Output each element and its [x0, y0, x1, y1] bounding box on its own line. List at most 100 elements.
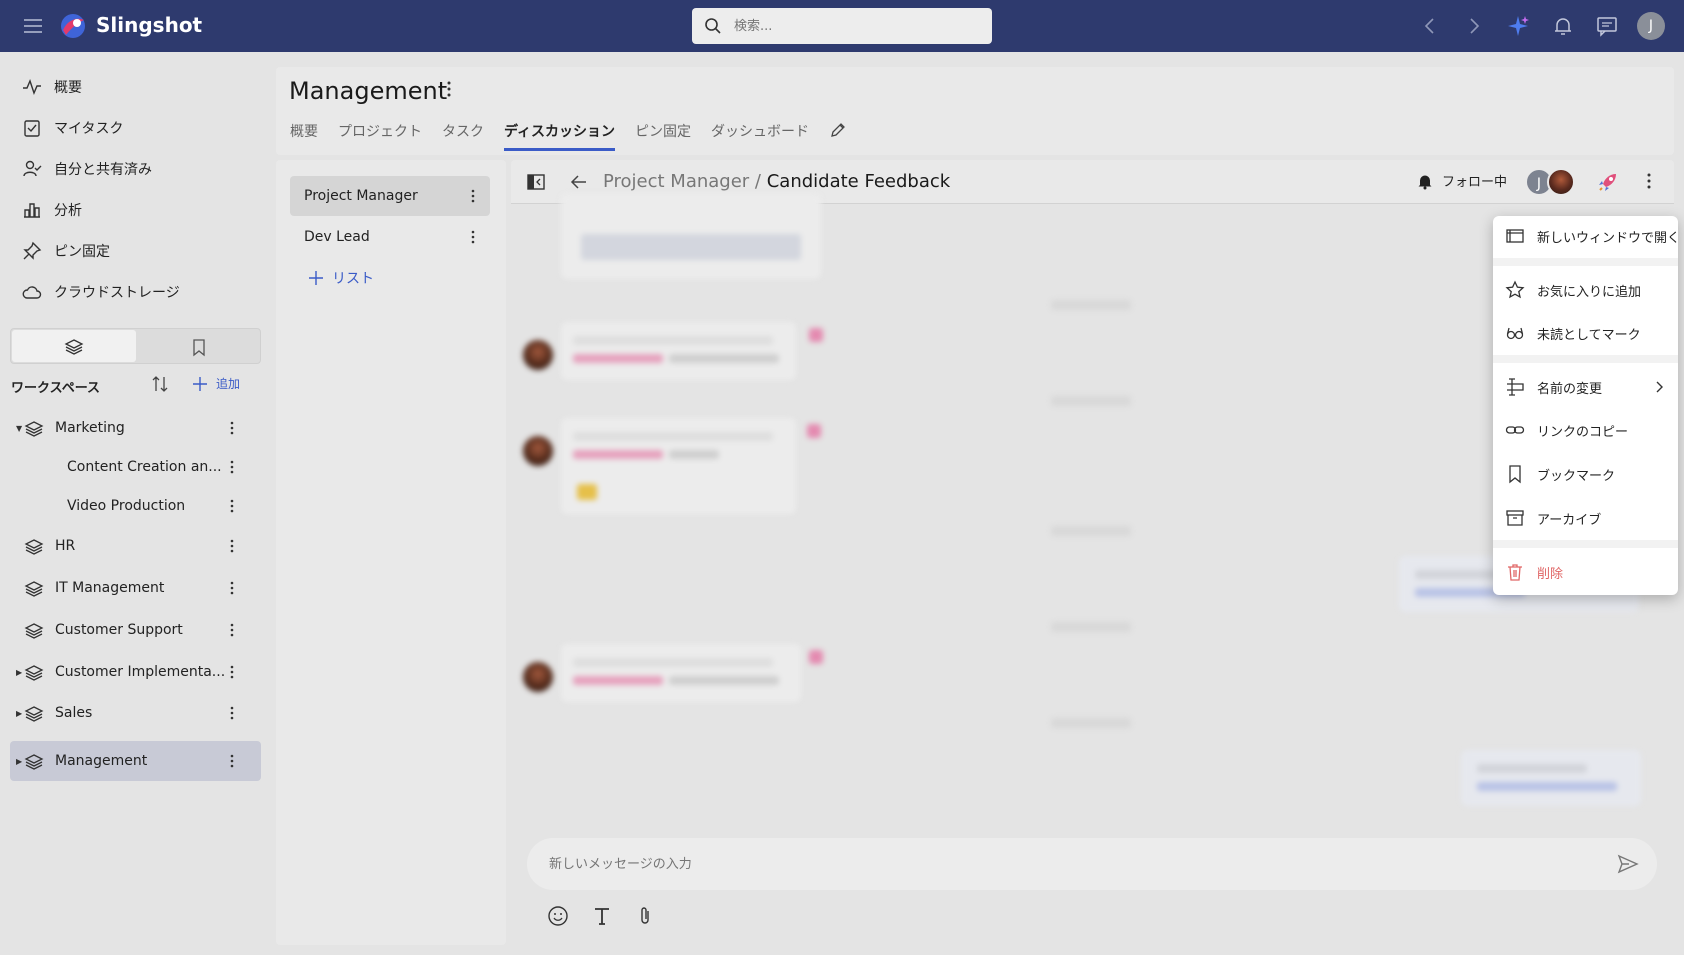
more-options-icon[interactable] [1646, 172, 1652, 190]
workspace-label: Management [55, 753, 148, 769]
notification-bell-icon[interactable] [1551, 14, 1575, 38]
layers-icon [64, 339, 84, 355]
tab-tasks[interactable]: タスク [442, 121, 484, 151]
search-box[interactable] [692, 8, 992, 44]
nav-item-my-tasks[interactable]: マイタスク [22, 115, 123, 141]
nav-item-label: 分析 [54, 203, 82, 219]
more-options-icon[interactable] [229, 664, 235, 680]
tab-overview[interactable]: 概要 [290, 121, 318, 151]
user-avatar[interactable]: J [1637, 12, 1665, 40]
collapsed-caret-icon[interactable]: ▶ [16, 757, 22, 766]
mention-text [573, 676, 663, 685]
menu-item-archive[interactable]: アーカイブ [1493, 498, 1678, 538]
workspace-label: IT Management [55, 580, 165, 596]
menu-item-rename[interactable]: 名前の変更 [1493, 367, 1678, 407]
member-avatar-photo [1547, 168, 1575, 196]
more-options-icon[interactable] [229, 498, 235, 514]
rocket-icon[interactable] [1596, 170, 1620, 194]
forward-arrow-icon[interactable] [1462, 14, 1486, 38]
workspace-item-sales[interactable]: ▶ Sales [10, 693, 261, 733]
text-format-icon[interactable] [591, 905, 613, 927]
nav-item-analytics[interactable]: 分析 [22, 197, 82, 223]
more-options-icon[interactable] [470, 188, 476, 204]
workspace-item-hr[interactable]: HR [10, 526, 261, 566]
tab-discussions[interactable]: ディスカッション [504, 121, 616, 151]
date-divider [1051, 300, 1131, 310]
tab-projects[interactable]: プロジェクト [338, 121, 422, 151]
list-item-dev-lead[interactable]: Dev Lead [290, 217, 490, 257]
attachment-paperclip-icon[interactable] [634, 905, 656, 927]
emoji-icon[interactable] [547, 905, 569, 927]
sort-icon[interactable] [150, 374, 170, 394]
workspace-label: Marketing [55, 420, 125, 436]
workspace-item-content-creation[interactable]: Content Creation an... [10, 447, 261, 487]
sender-avatar [523, 340, 553, 370]
search-input[interactable] [734, 14, 974, 38]
tab-dashboards[interactable]: ダッシュボード [711, 121, 809, 151]
back-arrow-icon[interactable] [1418, 14, 1442, 38]
workspace-item-it-management[interactable]: IT Management [10, 568, 261, 608]
workspace-item-customer-support[interactable]: Customer Support [10, 610, 261, 650]
more-options-icon[interactable] [229, 538, 235, 554]
more-options-icon[interactable] [229, 459, 235, 475]
menu-item-copy-link[interactable]: リンクのコピー [1493, 410, 1678, 450]
message-composer[interactable] [527, 838, 1657, 890]
collapsed-caret-icon[interactable]: ▶ [16, 668, 22, 677]
reaction-icon [807, 424, 821, 438]
workspace-item-marketing[interactable]: ▼ Marketing [10, 408, 261, 448]
ai-sparkle-icon[interactable] [1506, 14, 1530, 38]
collapse-panel-icon[interactable] [526, 172, 546, 192]
menu-item-label: リンクのコピー [1537, 424, 1629, 440]
expanded-caret-icon[interactable]: ▼ [16, 424, 22, 433]
message-input[interactable] [549, 852, 1549, 876]
top-bar: Slingshot J [0, 0, 1684, 52]
message-card [561, 322, 796, 380]
collapsed-caret-icon[interactable]: ▶ [16, 709, 22, 718]
members-avatars[interactable]: J [1525, 168, 1581, 196]
more-options-icon[interactable] [229, 420, 235, 436]
nav-item-shared[interactable]: 自分と共有済み [22, 156, 152, 182]
more-options-icon[interactable] [229, 705, 235, 721]
menu-item-add-favorite[interactable]: お気に入りに追加 [1493, 270, 1678, 310]
tab-pinned[interactable]: ピン固定 [635, 121, 691, 151]
layers-icon [24, 754, 44, 770]
more-options-icon[interactable] [446, 80, 452, 98]
back-arrow-icon[interactable] [569, 172, 589, 192]
more-options-icon[interactable] [229, 622, 235, 638]
list-item-label: Project Manager [304, 188, 418, 204]
nav-item-overview[interactable]: 概要 [22, 74, 82, 100]
mention-text [573, 354, 663, 363]
breadcrumb-parent[interactable]: Project Manager / [603, 171, 761, 192]
send-icon[interactable] [1617, 853, 1639, 875]
add-list-button[interactable]: リスト [308, 268, 374, 288]
workspace-tabs: 概要 プロジェクト タスク ディスカッション ピン固定 ダッシュボード [290, 121, 847, 151]
follow-toggle[interactable]: フォロー中 [1416, 171, 1507, 190]
chat-icon[interactable] [1595, 14, 1619, 38]
more-options-icon[interactable] [470, 229, 476, 245]
rename-icon [1507, 378, 1524, 396]
hamburger-menu-icon[interactable] [22, 15, 44, 37]
workspace-item-video-production[interactable]: Video Production [10, 486, 261, 526]
workspace-label: Sales [55, 705, 93, 721]
message-meta [573, 336, 773, 345]
menu-item-open-new-window[interactable]: 新しいウィンドウで開く [1493, 216, 1680, 256]
workspace-item-customer-implementation[interactable]: ▶ Customer Implementa... [10, 652, 261, 692]
more-options-icon[interactable] [229, 753, 235, 769]
menu-divider [1493, 355, 1678, 363]
add-workspace-button[interactable]: 追加 [192, 375, 240, 392]
reaction-icon [809, 650, 823, 664]
menu-item-label: ブックマーク [1537, 468, 1616, 484]
list-item-project-manager[interactable]: Project Manager [290, 176, 490, 216]
emoji-reaction [577, 484, 597, 500]
workspace-item-management[interactable]: ▶ Management [10, 741, 261, 781]
menu-item-bookmark[interactable]: ブックマーク [1493, 454, 1678, 494]
bookmark-view-icon[interactable] [189, 337, 209, 357]
nav-item-pinned[interactable]: ピン固定 [22, 238, 110, 264]
edit-pencil-icon[interactable] [829, 121, 847, 139]
more-options-icon[interactable] [229, 580, 235, 596]
nav-item-cloud-storage[interactable]: クラウドストレージ [22, 279, 180, 305]
date-divider [1051, 718, 1131, 728]
menu-item-delete[interactable]: 削除 [1493, 552, 1678, 592]
menu-item-mark-unread[interactable]: 未読としてマーク [1493, 313, 1678, 353]
nav-item-label: ピン固定 [54, 244, 110, 260]
